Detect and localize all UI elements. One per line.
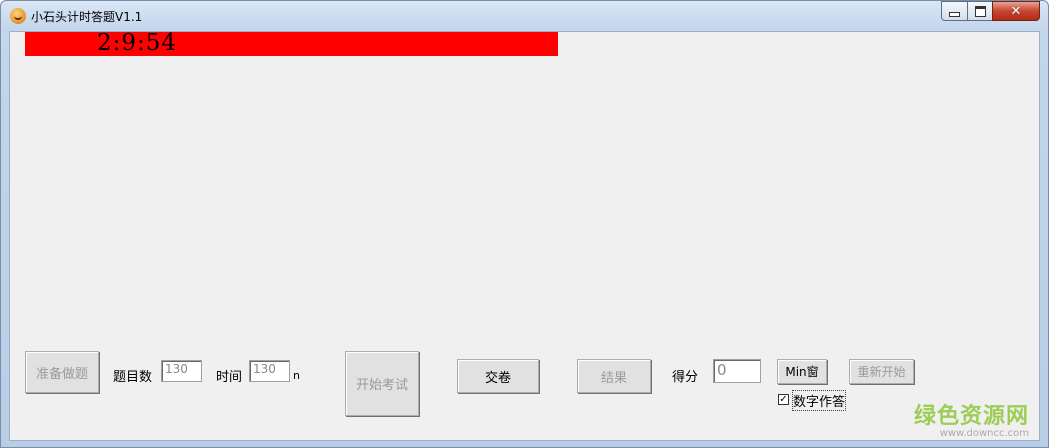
title-bar[interactable]: 小石头计时答题V1.1 ✕ (1, 1, 1048, 31)
time-input[interactable]: 130 (249, 360, 290, 382)
prepare-button[interactable]: 准备做题 (25, 351, 99, 393)
watermark-main: 绿色资源网 (913, 404, 1029, 429)
score-input[interactable]: 0 (713, 359, 761, 383)
score-label: 得分 (672, 370, 699, 385)
digit-answer-label[interactable]: 数字作答 (791, 390, 847, 411)
question-count-input[interactable]: 130 (161, 360, 202, 382)
timer-bar: 2:9:54 (25, 30, 558, 56)
digit-answer-checkbox[interactable]: ✓ (778, 394, 789, 405)
close-button[interactable]: ✕ (992, 1, 1040, 21)
watermark: 绿色资源网 www.downcc.com (913, 398, 1029, 439)
time-unit-label: n (293, 369, 300, 382)
minimize-button[interactable] (941, 1, 968, 21)
result-button[interactable]: 结果 (577, 359, 651, 393)
minimize-icon (949, 11, 960, 17)
question-count-label: 题目数 (113, 370, 153, 385)
submit-button[interactable]: 交卷 (457, 359, 539, 393)
start-exam-button[interactable]: 开始考试 (345, 351, 419, 416)
window-title: 小石头计时答题V1.1 (31, 10, 143, 24)
time-label: 时间 (216, 370, 243, 385)
restart-button[interactable]: 重新开始 (849, 359, 914, 384)
app-window: 小石头计时答题V1.1 ✕ 2:9:54 准备做题 题目数 130 时间 130… (0, 0, 1049, 448)
timer-display: 2:9:54 (97, 30, 178, 56)
app-face-icon (10, 8, 26, 24)
close-icon: ✕ (1010, 3, 1022, 19)
maximize-button[interactable] (967, 1, 993, 21)
min-window-button[interactable]: Min窗 (777, 359, 827, 384)
maximize-icon (974, 5, 986, 17)
client-area: 2:9:54 准备做题 题目数 130 时间 130 n 开始考试 交卷 结果 … (9, 30, 1040, 441)
